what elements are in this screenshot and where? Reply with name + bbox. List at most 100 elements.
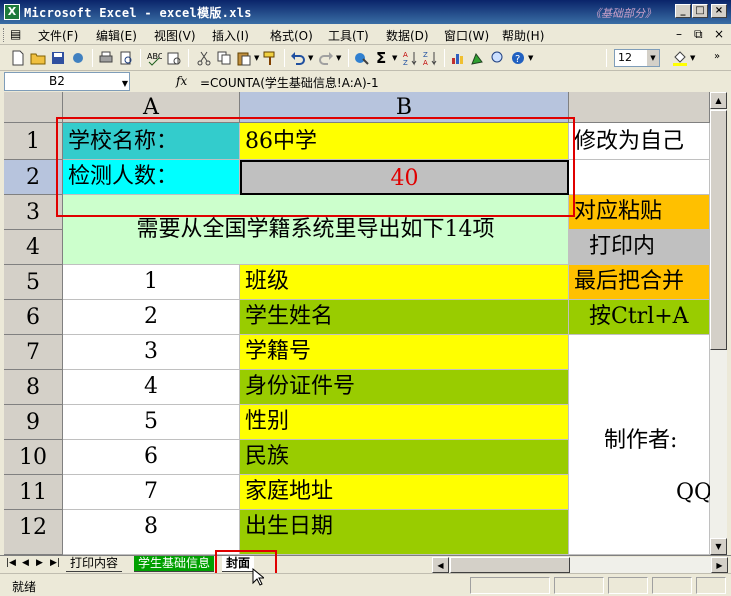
permission-icon[interactable] xyxy=(70,50,86,66)
menu-edit[interactable]: 编辑(E) xyxy=(96,27,137,44)
row-header[interactable]: 4 xyxy=(4,230,63,265)
item-name[interactable]: 性别 xyxy=(240,405,569,440)
worksheet-grid[interactable]: A B 1 2 3 4 5 6 7 8 9 10 11 12 学校名称： 86中… xyxy=(4,92,710,555)
excel-icon[interactable]: X xyxy=(4,4,20,20)
undo-icon[interactable] xyxy=(290,50,306,66)
menu-file[interactable]: 文件(F) xyxy=(38,27,78,44)
cell-c2[interactable] xyxy=(569,160,710,195)
help-icon[interactable]: ? xyxy=(510,50,526,66)
redo-icon[interactable] xyxy=(318,50,334,66)
row-header[interactable]: 5 xyxy=(4,265,63,300)
chevron-down-icon[interactable]: ▼ xyxy=(647,50,659,66)
prev-sheet-icon[interactable]: ◀ xyxy=(22,558,29,568)
last-sheet-icon[interactable]: ▶| xyxy=(50,558,60,568)
row-header[interactable]: 1 xyxy=(4,123,63,160)
autosum-dropdown-icon[interactable]: ▼ xyxy=(392,54,397,62)
workbook-restore-icon[interactable]: ⧉ xyxy=(694,27,703,42)
menu-view[interactable]: 视图(V) xyxy=(154,27,196,44)
column-header-c[interactable] xyxy=(569,92,710,123)
redo-dropdown-icon[interactable]: ▼ xyxy=(336,54,341,62)
tab-student-info[interactable]: 学生基础信息 xyxy=(134,556,215,572)
menu-tools[interactable]: 工具(T) xyxy=(328,27,369,44)
item-name[interactable]: 家庭地址 xyxy=(240,475,569,510)
undo-dropdown-icon[interactable]: ▼ xyxy=(308,54,313,62)
item-number[interactable]: 3 xyxy=(63,335,240,370)
minimize-button[interactable]: _ xyxy=(675,4,691,18)
fill-color-dropdown-icon[interactable]: ▼ xyxy=(690,54,695,62)
chevron-down-icon[interactable]: ▼ xyxy=(122,75,128,92)
open-icon[interactable] xyxy=(30,50,46,66)
vertical-scrollbar[interactable]: ▲ ▼ xyxy=(710,92,727,555)
scroll-right-icon[interactable]: ▶ xyxy=(711,557,728,573)
paste-icon[interactable] xyxy=(236,50,252,66)
spelling-icon[interactable]: ABC xyxy=(146,50,162,66)
item-name[interactable]: 出生日期 xyxy=(240,510,569,555)
sort-ascending-icon[interactable]: AZ xyxy=(402,50,418,66)
paste-dropdown-icon[interactable]: ▼ xyxy=(254,54,259,62)
row-header[interactable]: 3 xyxy=(4,195,63,230)
print-icon[interactable] xyxy=(98,50,114,66)
tab-print-content[interactable]: 打印内容 xyxy=(66,556,123,572)
item-name[interactable]: 学籍号 xyxy=(240,335,569,370)
row-header[interactable]: 7 xyxy=(4,335,63,370)
item-name[interactable]: 学生姓名 xyxy=(240,300,569,335)
maximize-button[interactable]: □ xyxy=(692,4,708,18)
zoom-icon[interactable] xyxy=(490,50,506,66)
row-header[interactable]: 10 xyxy=(4,440,63,475)
next-sheet-icon[interactable]: ▶ xyxy=(36,558,43,568)
row-header[interactable]: 12 xyxy=(4,510,63,555)
copy-icon[interactable] xyxy=(216,50,232,66)
toolbar-more-icon[interactable]: » xyxy=(714,51,720,62)
cell-c6[interactable]: 按Ctrl+A xyxy=(569,300,710,335)
item-name[interactable]: 民族 xyxy=(240,440,569,475)
cut-icon[interactable] xyxy=(196,50,212,66)
cell-c5[interactable]: 最后把合并 xyxy=(569,265,710,300)
item-name[interactable]: 身份证件号 xyxy=(240,370,569,405)
first-sheet-icon[interactable]: |◀ xyxy=(6,558,16,568)
new-icon[interactable] xyxy=(10,50,26,66)
item-number[interactable]: 7 xyxy=(63,475,240,510)
item-number[interactable]: 6 xyxy=(63,440,240,475)
cell-c3[interactable]: 对应粘贴 xyxy=(569,195,710,230)
item-number[interactable]: 8 xyxy=(63,510,240,555)
horizontal-scroll-thumb[interactable] xyxy=(450,557,570,573)
row-header[interactable]: 8 xyxy=(4,370,63,405)
menu-insert[interactable]: 插入(I) xyxy=(212,27,249,44)
item-number[interactable]: 5 xyxy=(63,405,240,440)
cell-c4[interactable]: 打印内 xyxy=(569,230,710,265)
workbook-minimize-icon[interactable]: – xyxy=(676,27,682,41)
row-header[interactable]: 11 xyxy=(4,475,63,510)
close-button[interactable]: × xyxy=(711,4,727,18)
menu-window[interactable]: 窗口(W) xyxy=(444,27,489,44)
row-header[interactable]: 6 xyxy=(4,300,63,335)
scroll-up-icon[interactable]: ▲ xyxy=(710,92,727,109)
name-box[interactable]: B2 ▼ xyxy=(4,72,130,91)
item-number[interactable]: 1 xyxy=(63,265,240,300)
autosum-icon[interactable]: Σ xyxy=(376,49,392,67)
scroll-left-icon[interactable]: ◀ xyxy=(432,557,449,573)
menu-help[interactable]: 帮助(H) xyxy=(502,27,544,44)
menu-data[interactable]: 数据(D) xyxy=(386,27,429,44)
sort-descending-icon[interactable]: ZA xyxy=(422,50,438,66)
research-icon[interactable] xyxy=(166,50,182,66)
menu-format[interactable]: 格式(O) xyxy=(270,27,313,44)
fill-color-icon[interactable] xyxy=(672,50,688,66)
vertical-scroll-thumb[interactable] xyxy=(710,110,727,350)
select-all-corner[interactable] xyxy=(4,92,63,123)
cell-c1[interactable]: 修改为自己 xyxy=(569,123,710,160)
drawing-icon[interactable] xyxy=(470,50,486,66)
toolbar-options-icon[interactable]: ▼ xyxy=(528,54,533,62)
horizontal-scrollbar[interactable]: ◀ ▶ xyxy=(432,557,728,573)
item-name[interactable]: 班级 xyxy=(240,265,569,300)
workbook-close-icon[interactable]: × xyxy=(714,27,724,41)
format-painter-icon[interactable] xyxy=(262,50,278,66)
menu-grip[interactable] xyxy=(3,28,6,42)
print-preview-icon[interactable] xyxy=(118,50,134,66)
hyperlink-icon[interactable] xyxy=(354,50,370,66)
item-number[interactable]: 4 xyxy=(63,370,240,405)
font-size-select[interactable]: 12 ▼ xyxy=(614,49,660,67)
scroll-down-icon[interactable]: ▼ xyxy=(710,538,727,555)
chart-wizard-icon[interactable] xyxy=(450,50,466,66)
save-icon[interactable] xyxy=(50,50,66,66)
formula-input[interactable]: =COUNTA(学生基础信息!A:A)-1 xyxy=(200,74,379,91)
